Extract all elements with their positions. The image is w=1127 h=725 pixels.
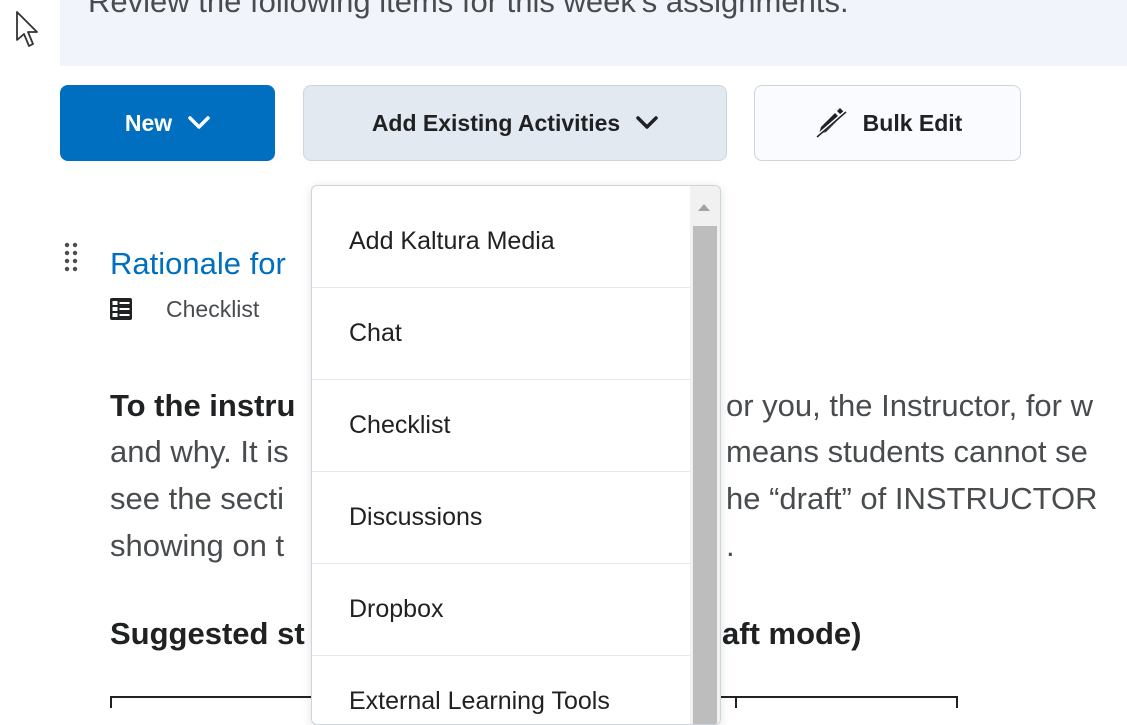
body-text-line: means students cannot se — [726, 434, 1088, 469]
table-border — [110, 696, 112, 708]
scroll-up-arrow-icon[interactable] — [698, 204, 710, 211]
body-text-line: or you, the Instructor, for w — [726, 388, 1093, 423]
section-heading: aft mode) — [722, 616, 862, 651]
body-text-line: . — [726, 528, 735, 563]
drag-handle-icon[interactable] — [64, 242, 78, 272]
body-text-line: he “draft” of INSTRUCTOR — [726, 481, 1098, 516]
section-heading: Suggested st — [110, 616, 305, 651]
add-existing-activities-label: Add Existing Activities — [371, 109, 621, 136]
body-text-line: and why. It is — [110, 434, 289, 469]
table-border — [735, 696, 737, 708]
add-existing-activities-menu: Add Kaltura Media Chat Checklist Discuss… — [311, 185, 721, 725]
menu-item-external-learning-tools[interactable]: External Learning Tools — [312, 656, 690, 724]
chevron-down-icon — [188, 116, 210, 129]
body-text-line: see the secti — [110, 481, 285, 516]
menu-item-chat[interactable]: Chat — [312, 288, 690, 380]
body-bold-text: To the instru — [110, 388, 296, 423]
table-border — [956, 696, 958, 708]
content-item-type: Checklist — [166, 296, 260, 322]
menu-item-discussions[interactable]: Discussions — [312, 472, 690, 564]
arrow-cursor-icon — [16, 11, 38, 47]
content-item-title[interactable]: Rationale for — [110, 246, 286, 282]
add-existing-activities-button[interactable]: Add Existing Activities — [303, 85, 727, 161]
bulk-edit-label: Bulk Edit — [862, 109, 963, 136]
body-text-line: To the instru — [110, 388, 295, 424]
description-banner: Review the following items for this week… — [60, 0, 1127, 66]
new-button[interactable]: New — [60, 85, 275, 161]
menu-item-checklist[interactable]: Checklist — [312, 380, 690, 472]
bulk-edit-button[interactable]: Bulk Edit — [754, 85, 1021, 161]
scrollbar-thumb[interactable] — [693, 226, 717, 724]
menu-item-add-kaltura-media[interactable]: Add Kaltura Media — [312, 196, 690, 288]
new-button-label: New — [124, 109, 173, 136]
menu-scrollbar[interactable] — [690, 186, 720, 724]
banner-text: Review the following items for this week… — [88, 0, 849, 19]
pencil-icon — [814, 108, 847, 138]
checklist-icon — [110, 298, 132, 320]
body-text-line: showing on t — [110, 528, 285, 563]
chevron-down-icon — [636, 116, 658, 129]
menu-item-dropbox[interactable]: Dropbox — [312, 564, 690, 656]
